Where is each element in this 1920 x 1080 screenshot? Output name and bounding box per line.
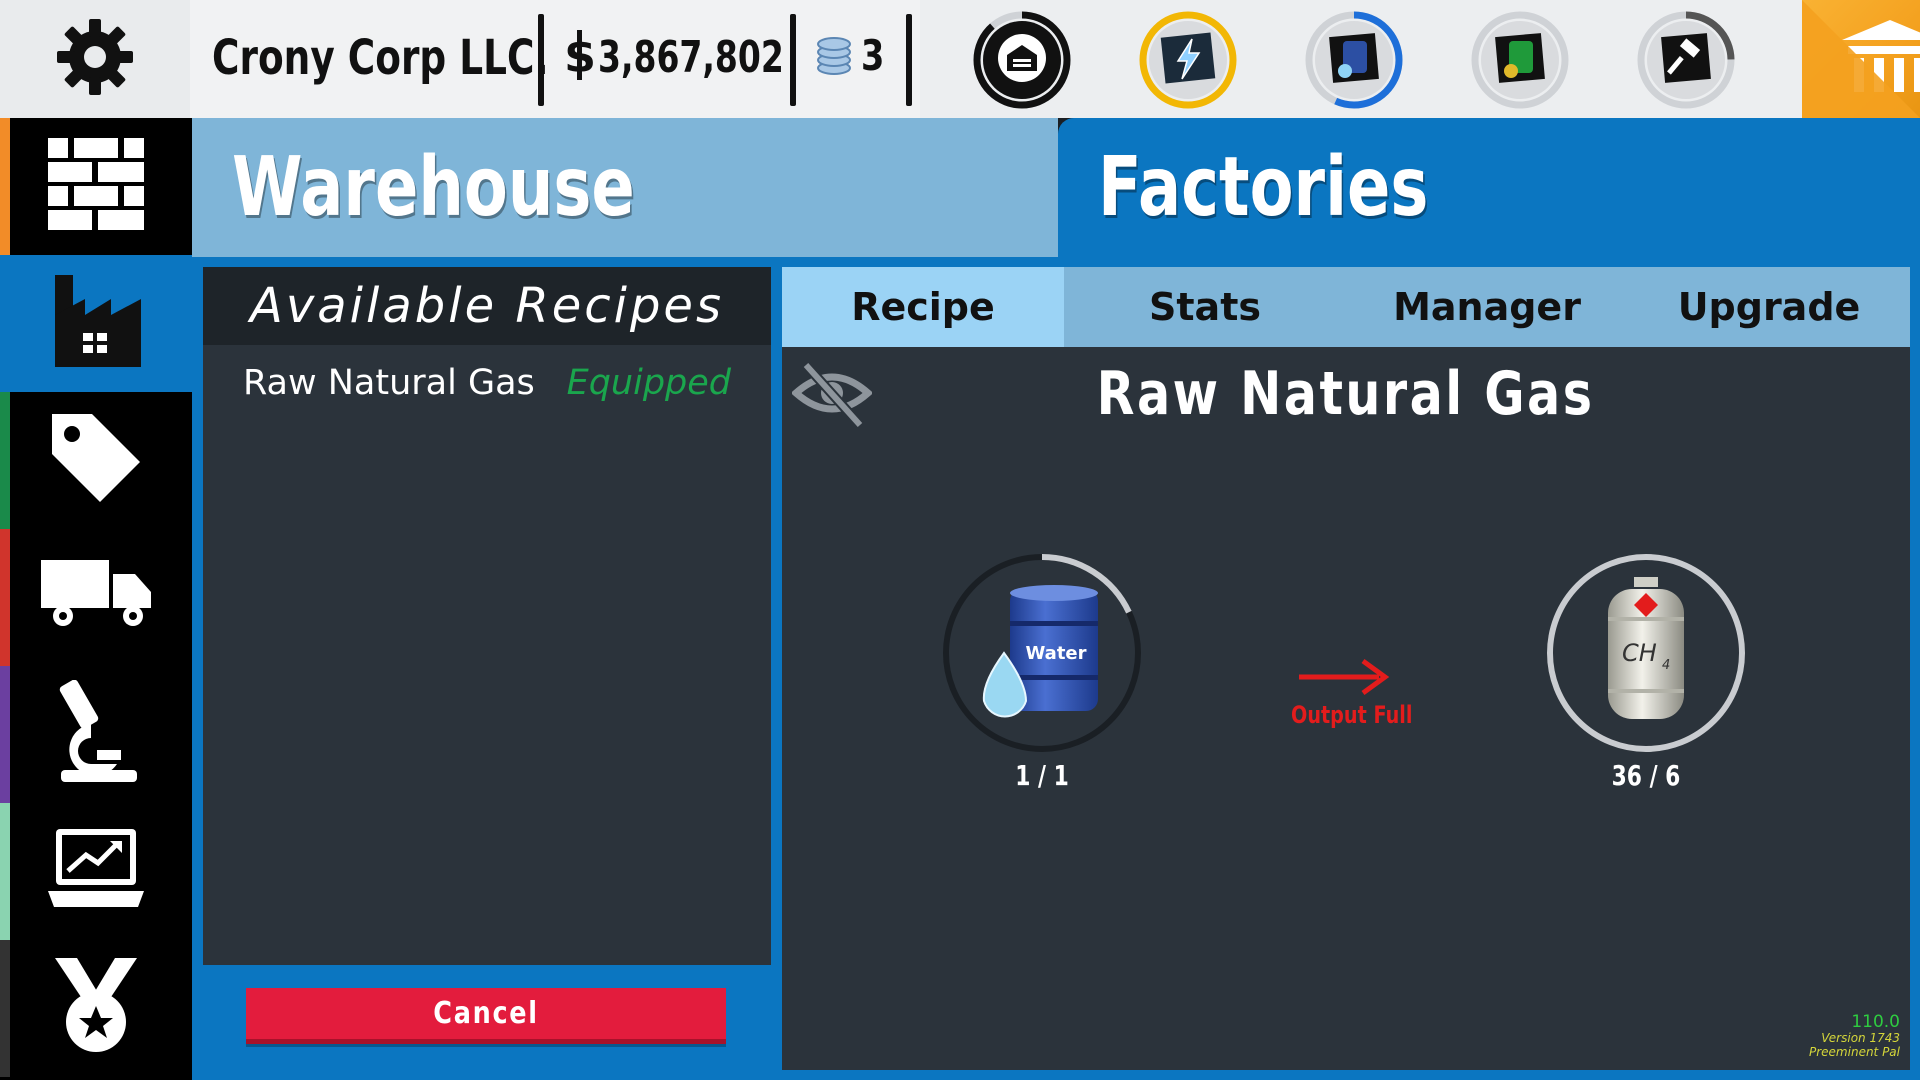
divider [790, 14, 796, 106]
nav-stripe [0, 666, 10, 803]
company-info: Crony Corp LLC. $ 3,867,802 3 [190, 0, 920, 118]
tab-warehouse[interactable]: Warehouse [192, 118, 1058, 257]
output-slot[interactable]: CH 4 [1546, 553, 1746, 753]
sub-tabs: Recipe Stats Manager Upgrade [782, 267, 1910, 347]
divider [538, 14, 544, 106]
recipes-title: Available Recipes [250, 278, 724, 334]
output-full-status: Output Full [1291, 701, 1413, 729]
nav-stripe [0, 529, 10, 666]
version-number: 110.0 [1851, 1011, 1900, 1032]
coin-stack-icon [815, 30, 853, 81]
water-barrel-icon: Water [978, 583, 1108, 728]
company-name: Crony Corp LLC. [212, 30, 549, 86]
tab-label: Warehouse [232, 140, 635, 235]
credits-amount: 3 [861, 31, 885, 80]
version-tag: Preeminent Pal [1809, 1045, 1900, 1060]
cancel-label: Cancel [433, 996, 539, 1031]
production-slot[interactable] [1138, 10, 1238, 110]
tab-factories[interactable]: Factories [1058, 118, 1920, 257]
bricks-icon [48, 138, 144, 235]
svg-text:Water: Water [1025, 643, 1086, 664]
nav-stripe [0, 803, 10, 940]
subtab-manager[interactable]: Manager [1346, 267, 1628, 347]
subtab-upgrade[interactable]: Upgrade [1628, 267, 1910, 347]
recipe-item[interactable]: Raw Natural Gas Equipped [203, 355, 771, 415]
version-info: 110.0 Version 1743 Preeminent Pal [1809, 1011, 1900, 1060]
svg-text:CH: CH [1622, 639, 1657, 667]
sidebar-item-sales[interactable] [0, 392, 192, 529]
arrow-right-icon [1295, 657, 1395, 702]
dollar-icon: $ [562, 29, 598, 85]
factory-detail-panel: Recipe Stats Manager Upgrade Raw Natural… [782, 267, 1910, 1070]
top-bar: Crony Corp LLC. $ 3,867,802 3 [0, 0, 1920, 118]
money-display: $ 3,867,802 [562, 29, 846, 85]
sidebar-item-research[interactable] [0, 666, 192, 803]
process-arrow: Output Full [1277, 657, 1417, 747]
recipe-name: Raw Natural Gas [243, 363, 535, 403]
bank-button[interactable] [1802, 0, 1920, 118]
credits-display: 3 [815, 30, 890, 81]
settings-button[interactable] [0, 0, 190, 118]
sidebar-item-achievements[interactable] [0, 940, 192, 1077]
version-build: Version 1743 [1821, 1031, 1900, 1046]
subtab-stats[interactable]: Stats [1064, 267, 1346, 347]
production-slot[interactable] [1636, 10, 1736, 110]
money-amount: 3,867,802 [598, 32, 784, 83]
svg-text:4: 4 [1662, 658, 1670, 673]
truck-icon [41, 560, 151, 635]
microscope-icon [51, 679, 141, 789]
recipes-panel: Available Recipes Raw Natural Gas Equipp… [203, 267, 771, 965]
nav-stripe [0, 940, 10, 1077]
gas-cylinder-icon: CH 4 [1604, 577, 1688, 732]
production-slot[interactable] [972, 10, 1072, 110]
production-slot[interactable] [1304, 10, 1404, 110]
medal-icon [51, 958, 141, 1059]
cancel-button[interactable]: Cancel [246, 988, 726, 1044]
gear-icon [53, 15, 137, 104]
nav-stripe [0, 118, 10, 255]
input-slot[interactable]: Water [942, 553, 1142, 753]
production-slot[interactable] [1470, 10, 1570, 110]
recipes-header: Available Recipes [203, 267, 771, 345]
recipe-title: Raw Natural Gas [1097, 359, 1595, 429]
sidebar [0, 118, 192, 1080]
factory-icon [51, 275, 141, 372]
sidebar-item-warehouse[interactable] [0, 118, 192, 255]
divider [906, 14, 912, 106]
bank-icon [1802, 0, 1920, 118]
sidebar-item-logistics[interactable] [0, 529, 192, 666]
recipe-status: Equipped [566, 363, 731, 403]
nav-stripe [0, 392, 10, 529]
input-count: 1 / 1 [1015, 759, 1069, 792]
sidebar-item-market[interactable] [0, 803, 192, 940]
laptop-chart-icon [48, 829, 144, 914]
subtab-recipe[interactable]: Recipe [782, 267, 1064, 347]
output-count: 36 / 6 [1611, 759, 1681, 792]
sidebar-item-factories[interactable] [0, 255, 192, 392]
tab-label: Factories [1098, 140, 1429, 235]
price-tag-icon [48, 410, 144, 511]
